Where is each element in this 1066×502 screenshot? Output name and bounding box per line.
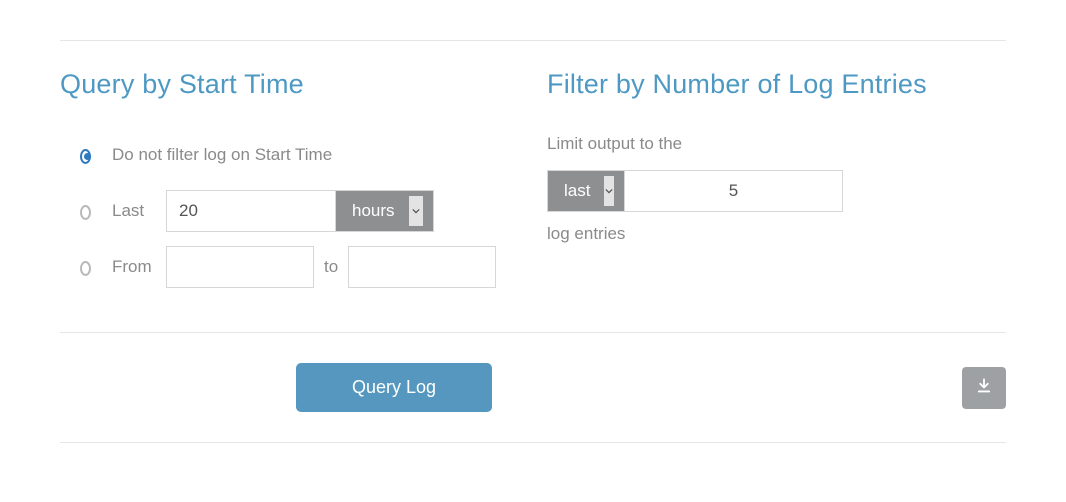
query-by-start-time-section: Query by Start Time Do not filter log on… bbox=[60, 69, 533, 302]
last-amount-input[interactable] bbox=[166, 190, 336, 232]
chevron-down-icon bbox=[604, 176, 614, 206]
query-by-start-time-heading: Query by Start Time bbox=[60, 69, 513, 100]
radio-no-filter[interactable] bbox=[80, 149, 91, 164]
option-range: From to bbox=[60, 246, 513, 288]
option-last: Last hours bbox=[60, 190, 513, 232]
log-entries-label: log entries bbox=[547, 224, 625, 243]
radio-range[interactable] bbox=[80, 261, 91, 276]
to-label: to bbox=[324, 257, 338, 277]
unit-select-value: hours bbox=[352, 201, 395, 221]
direction-select-value: last bbox=[564, 181, 590, 201]
query-log-button[interactable]: Query Log bbox=[296, 363, 492, 412]
limit-controls: last bbox=[547, 170, 1006, 212]
radio-no-filter-label: Do not filter log on Start Time bbox=[112, 145, 332, 165]
unit-select[interactable]: hours bbox=[336, 190, 434, 232]
divider-bottom bbox=[60, 442, 1006, 443]
action-bar: Query Log bbox=[60, 333, 1006, 442]
from-datetime-input[interactable] bbox=[166, 246, 314, 288]
filter-by-entries-heading: Filter by Number of Log Entries bbox=[547, 69, 1006, 100]
radio-last-label: Last bbox=[112, 201, 166, 221]
radio-last[interactable] bbox=[80, 205, 91, 220]
entry-count-input[interactable] bbox=[625, 170, 843, 212]
download-icon bbox=[975, 377, 993, 398]
filter-by-entries-section: Filter by Number of Log Entries Limit ou… bbox=[533, 69, 1006, 302]
radio-range-label: From bbox=[112, 257, 166, 277]
to-datetime-input[interactable] bbox=[348, 246, 496, 288]
limit-intro-label: Limit output to the bbox=[547, 134, 1006, 154]
direction-select[interactable]: last bbox=[547, 170, 625, 212]
chevron-down-icon bbox=[409, 196, 423, 226]
download-button[interactable] bbox=[962, 367, 1006, 409]
option-no-filter: Do not filter log on Start Time bbox=[60, 134, 513, 176]
